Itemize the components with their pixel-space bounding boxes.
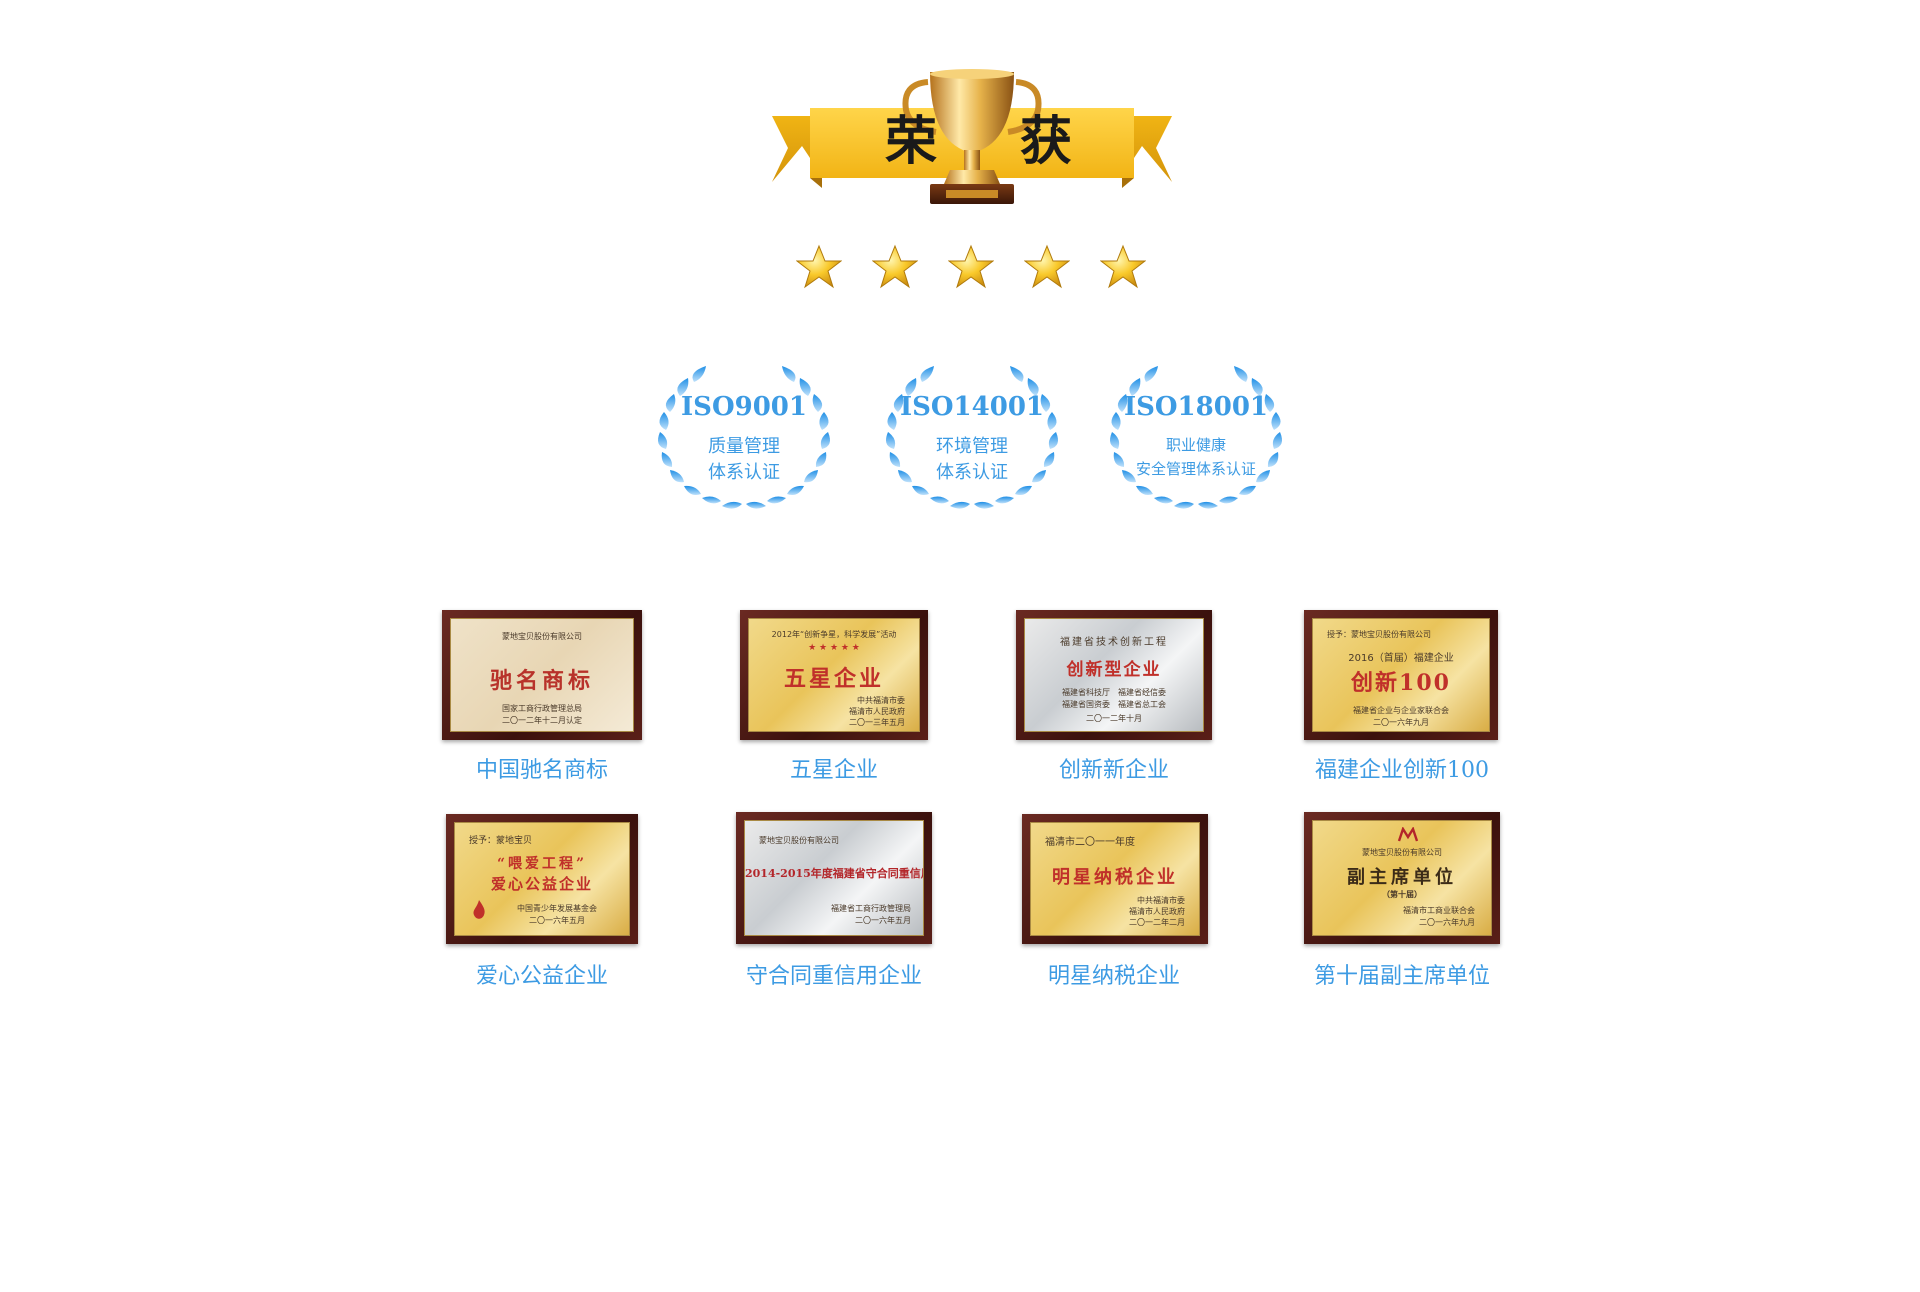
badge-line1: 环境管理 xyxy=(936,436,1008,457)
award-plaque: 授予：蒙地宝贝股份有限公司 2016（首届）福建企业 创新100 福建省企业与企… xyxy=(1304,610,1498,740)
banner-title-left: 荣 xyxy=(885,112,938,172)
award-caption: 爱心公益企业 xyxy=(475,964,608,989)
award-caption: 第十届副主席单位 xyxy=(1313,964,1490,989)
badge-line2: 体系认证 xyxy=(708,462,780,483)
award-caption: 明星纳税企业 xyxy=(1047,964,1180,989)
award-plaque: 2012年“创新争星，科学发展”活动 ★ ★ ★ ★ ★ 五星企业 中共福清市委… xyxy=(740,610,928,740)
award-plaque: 授予：蒙地宝贝 “喂爱工程” 爱心公益企业 中国青少年发展基金会 二〇一六年五月 xyxy=(446,814,638,944)
award-plaque: 蒙地宝贝股份有限公司 2014-2015年度福建省守合同重信用企业 福建省工商行… xyxy=(736,812,932,944)
star-icon xyxy=(948,244,994,289)
honors-banner: 荣 获 xyxy=(770,66,1174,216)
award-caption: 中国驰名商标 xyxy=(475,758,608,783)
iso18001-badge: ISO18001 职业健康 安全管理体系认证 xyxy=(1100,350,1292,530)
banner-title-right: 获 xyxy=(1020,112,1073,172)
star-rating xyxy=(796,244,1146,294)
award-plaque: 蒙地宝贝股份有限公司 驰名商标 国家工商行政管理总局 二〇一二年十二月认定 xyxy=(442,610,642,740)
award-caption: 守合同重信用企业 xyxy=(745,964,922,989)
star-icon xyxy=(796,244,842,289)
award-plaque: 福清市二〇一一年度 明星纳税企业 中共福清市委 福清市人民政府 二〇一二年二月 xyxy=(1022,814,1208,944)
badge-code: ISO9001 xyxy=(681,392,807,422)
badge-code: ISO18001 xyxy=(1123,392,1269,422)
badge-code: ISO14001 xyxy=(899,392,1045,422)
chamber-logo-icon xyxy=(1397,827,1419,842)
award-plaque: 蒙地宝贝股份有限公司 副主席单位 （第十届） 福清市工商业联合会 二〇一六年九月 xyxy=(1304,812,1500,944)
award-caption: 五星企业 xyxy=(789,758,878,783)
iso9001-badge: ISO9001 质量管理 体系认证 xyxy=(648,350,840,530)
award-caption: 福建企业创新100 xyxy=(1315,758,1489,783)
banner-ribbon xyxy=(772,69,1172,204)
star-icon xyxy=(872,244,918,289)
star-icon xyxy=(1100,244,1146,289)
award-plaque: 福建省技术创新工程 创新型企业 福建省科技厅 福建省经信委 福建省国资委 福建省… xyxy=(1016,610,1212,740)
badge-line2: 安全管理体系认证 xyxy=(1135,460,1256,478)
badge-line1: 职业健康 xyxy=(1165,436,1226,454)
star-icon xyxy=(1024,244,1070,289)
iso14001-badge: ISO14001 环境管理 体系认证 xyxy=(876,350,1068,530)
badge-line2: 体系认证 xyxy=(936,462,1008,483)
award-caption: 创新新企业 xyxy=(1058,758,1169,783)
badge-line1: 质量管理 xyxy=(708,436,780,457)
